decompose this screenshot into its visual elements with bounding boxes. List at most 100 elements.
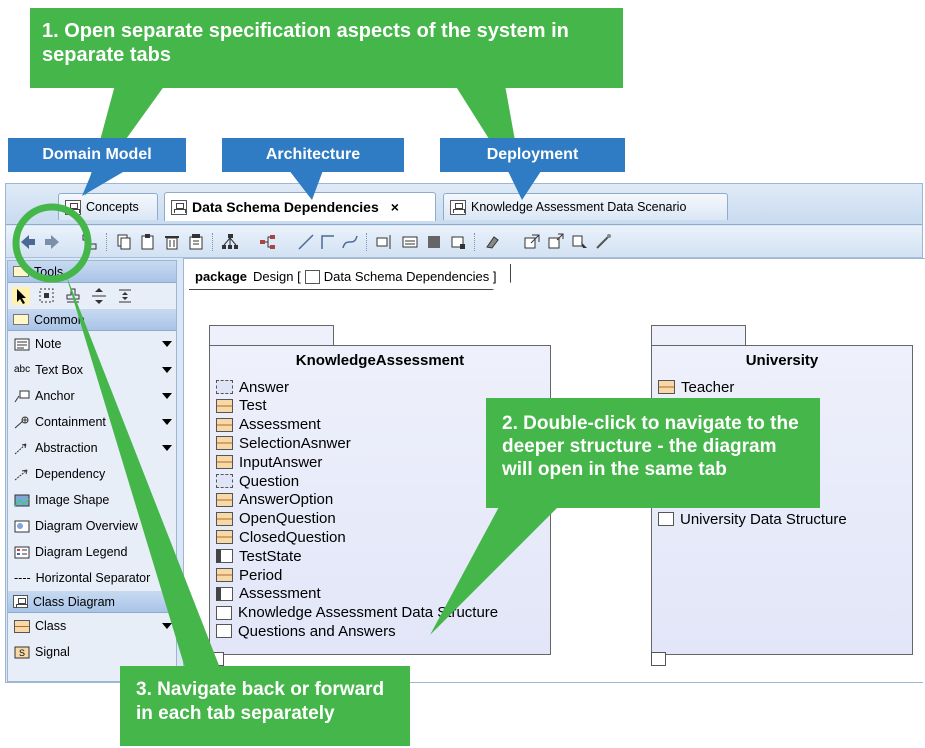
diagram-toolbar bbox=[6, 226, 922, 258]
package-element[interactable]: Questions and Answers bbox=[216, 622, 396, 640]
palette-item-anchor[interactable]: Anchor bbox=[8, 383, 176, 409]
element-name: Answer bbox=[239, 378, 290, 396]
signal-icon bbox=[216, 474, 233, 488]
package-element-teacher[interactable]: Teacher bbox=[658, 378, 734, 396]
palette-item-class[interactable]: Class bbox=[8, 613, 176, 639]
callout-number: 3. bbox=[136, 679, 152, 700]
enumeration-icon bbox=[216, 586, 233, 601]
style-painter-icon[interactable] bbox=[484, 232, 504, 252]
layout-tree-icon[interactable] bbox=[258, 232, 278, 252]
class-icon bbox=[216, 398, 233, 413]
layout-hierarchic-icon[interactable] bbox=[220, 232, 240, 252]
chevron-down-icon[interactable] bbox=[162, 623, 172, 629]
package-element[interactable]: OpenQuestion bbox=[216, 510, 336, 528]
element-name: OpenQuestion bbox=[239, 510, 336, 528]
bezier-path-icon[interactable] bbox=[340, 232, 360, 252]
package-title: University bbox=[745, 352, 819, 369]
make-space-icon[interactable] bbox=[116, 287, 134, 305]
chevron-down-icon[interactable] bbox=[162, 367, 172, 373]
palette-item-signal[interactable]: S Signal bbox=[8, 639, 176, 665]
select-pointer-icon[interactable] bbox=[12, 287, 30, 305]
oblique-path-icon[interactable] bbox=[296, 232, 316, 252]
palette-group-tools[interactable]: Tools bbox=[8, 261, 176, 283]
chevron-down-icon[interactable] bbox=[162, 419, 172, 425]
element-name: Assessment bbox=[239, 416, 321, 434]
select-in-tree-icon[interactable] bbox=[570, 232, 590, 252]
align-shapes-icon[interactable] bbox=[374, 232, 394, 252]
palette-item-dependency[interactable]: Dependency bbox=[8, 461, 176, 487]
package-element[interactable]: TestState bbox=[216, 547, 302, 565]
abstraction-icon bbox=[14, 443, 27, 454]
diagram-tab-bar: Concepts Data Schema Dependencies × Know… bbox=[6, 184, 922, 225]
delete-icon[interactable] bbox=[162, 232, 182, 252]
package-diagram-icon bbox=[658, 512, 674, 526]
forward-arrow-icon[interactable] bbox=[42, 232, 62, 252]
palette-item-note[interactable]: Note bbox=[8, 331, 176, 357]
package-element[interactable]: Test bbox=[216, 397, 267, 415]
package-element[interactable]: Knowledge Assessment Data Structure bbox=[216, 604, 498, 622]
palette-item-label: Image Shape bbox=[35, 493, 110, 507]
package-element[interactable]: InputAnswer bbox=[216, 453, 322, 471]
chevron-down-icon[interactable] bbox=[162, 393, 172, 399]
palette-item-image-shape[interactable]: Image Shape bbox=[8, 487, 176, 513]
back-arrow-icon[interactable] bbox=[18, 232, 38, 252]
paste-icon[interactable] bbox=[138, 232, 158, 252]
package-element[interactable]: ClosedQuestion bbox=[216, 528, 346, 546]
package-element[interactable]: AnswerOption bbox=[216, 491, 333, 509]
chevron-down-icon[interactable] bbox=[162, 341, 172, 347]
class-icon bbox=[216, 455, 233, 470]
package-element[interactable]: SelectionAsnwer bbox=[216, 434, 351, 452]
open-in-new-tab-icon[interactable] bbox=[522, 232, 542, 252]
magic-wand-icon[interactable] bbox=[594, 232, 614, 252]
callout-open-tabs: 1. Open separate specification aspects o… bbox=[30, 8, 623, 88]
close-tab-button[interactable]: × bbox=[391, 199, 399, 215]
palette-item-horizontal-separator[interactable]: ---- Horizontal Separator bbox=[8, 565, 176, 591]
element-name: Question bbox=[239, 472, 300, 490]
package-element[interactable]: Question bbox=[216, 472, 299, 490]
tab-concepts[interactable]: Concepts bbox=[58, 193, 158, 220]
palette-item-abstraction[interactable]: Abstraction bbox=[8, 435, 176, 461]
rubber-band-select-icon[interactable] bbox=[38, 287, 56, 305]
diagram-icon bbox=[13, 595, 28, 608]
tab-data-schema-dependencies[interactable]: Data Schema Dependencies × bbox=[164, 192, 436, 221]
palette-item-containment[interactable]: Containment bbox=[8, 409, 176, 435]
palette-item-label: Containment bbox=[35, 415, 106, 429]
diagram-overview-icon bbox=[14, 520, 30, 532]
delete-from-model-icon[interactable] bbox=[186, 232, 206, 252]
open-parent-icon[interactable] bbox=[546, 232, 566, 252]
element-name: Period bbox=[239, 566, 283, 584]
palette-item-label: Text Box bbox=[35, 363, 84, 377]
palette-item-text-box[interactable]: abc Text Box bbox=[8, 357, 176, 383]
containment-tree-icon[interactable] bbox=[80, 232, 100, 252]
package-element[interactable]: Answer bbox=[216, 378, 289, 396]
element-name: ClosedQuestion bbox=[239, 528, 346, 546]
callout-number: 1. bbox=[42, 20, 59, 42]
class-icon bbox=[658, 380, 675, 394]
sequence-diagram-icon bbox=[450, 199, 466, 215]
package-element-university-data-structure[interactable]: University Data Structure bbox=[658, 510, 847, 528]
package-element[interactable]: Period bbox=[216, 566, 282, 584]
chevron-down-icon[interactable] bbox=[162, 575, 172, 581]
palette-group-common[interactable]: Common bbox=[8, 309, 176, 331]
tab-label: Knowledge Assessment Data Scenario bbox=[471, 200, 687, 214]
shape-properties-icon[interactable] bbox=[448, 232, 468, 252]
rectilinear-path-icon[interactable] bbox=[318, 232, 338, 252]
package-element[interactable]: Assessment bbox=[216, 585, 321, 603]
package-element[interactable]: Assessment bbox=[216, 416, 321, 434]
diagram-frame-header: package Design [ Data Schema Dependencie… bbox=[189, 264, 512, 290]
signal-icon: S bbox=[14, 646, 30, 658]
palette-item-diagram-overview[interactable]: Diagram Overview bbox=[8, 513, 176, 539]
package-diagram-icon bbox=[216, 605, 232, 620]
tab-knowledge-assessment-data-scenario[interactable]: Knowledge Assessment Data Scenario bbox=[443, 193, 728, 220]
stamp-icon[interactable] bbox=[64, 287, 82, 305]
chevron-down-icon[interactable] bbox=[162, 445, 172, 451]
palette-item-diagram-legend[interactable]: Diagram Legend bbox=[8, 539, 176, 565]
diagram-icon bbox=[65, 199, 81, 215]
display-compartment-icon[interactable] bbox=[400, 232, 420, 252]
diagram-icon bbox=[209, 652, 224, 666]
copy-icon[interactable] bbox=[114, 232, 134, 252]
split-shapes-icon[interactable] bbox=[90, 287, 108, 305]
palette-group-class-diagram[interactable]: Class Diagram bbox=[8, 591, 176, 613]
fill-color-icon[interactable] bbox=[424, 232, 444, 252]
package-tab bbox=[209, 325, 334, 346]
